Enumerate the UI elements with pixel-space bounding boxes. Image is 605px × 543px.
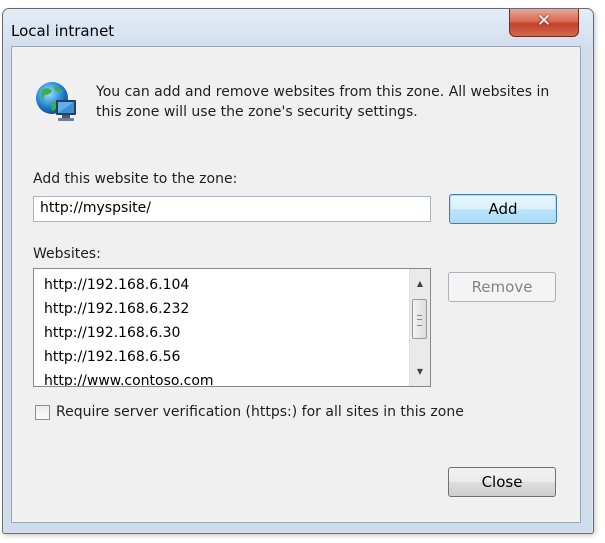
- add-button[interactable]: Add: [449, 194, 557, 224]
- remove-button[interactable]: Remove: [448, 272, 556, 302]
- websites-scrollbar[interactable]: ▲ ▼: [409, 269, 430, 386]
- window-title: Local intranet: [11, 22, 115, 40]
- scrollbar-thumb[interactable]: [412, 299, 427, 339]
- website-list-item[interactable]: http://www.contoso.com: [44, 373, 214, 386]
- websites-label: Websites:: [33, 246, 101, 262]
- website-list-item[interactable]: http://192.168.6.104: [44, 277, 189, 293]
- require-https-label[interactable]: Require server verification (https:) for…: [56, 404, 464, 420]
- globe-computer-icon: [36, 82, 76, 121]
- website-list-item[interactable]: http://192.168.6.232: [44, 301, 189, 317]
- scroll-up-arrow-icon[interactable]: ▲: [410, 275, 430, 292]
- websites-list[interactable]: http://192.168.6.104 http://192.168.6.23…: [33, 268, 431, 387]
- website-list-item[interactable]: http://192.168.6.30: [44, 325, 180, 341]
- website-url-input[interactable]: http://myspsite/: [33, 196, 431, 222]
- scroll-down-arrow-icon[interactable]: ▼: [410, 363, 430, 380]
- zone-description: You can add and remove websites from thi…: [96, 84, 550, 120]
- require-https-checkbox[interactable]: [35, 405, 50, 420]
- close-icon: ✕: [536, 11, 552, 31]
- website-list-item[interactable]: http://192.168.6.56: [44, 349, 180, 365]
- add-website-label: Add this website to the zone:: [33, 171, 238, 187]
- close-button[interactable]: Close: [448, 467, 556, 497]
- window-close-button[interactable]: ✕: [509, 9, 579, 37]
